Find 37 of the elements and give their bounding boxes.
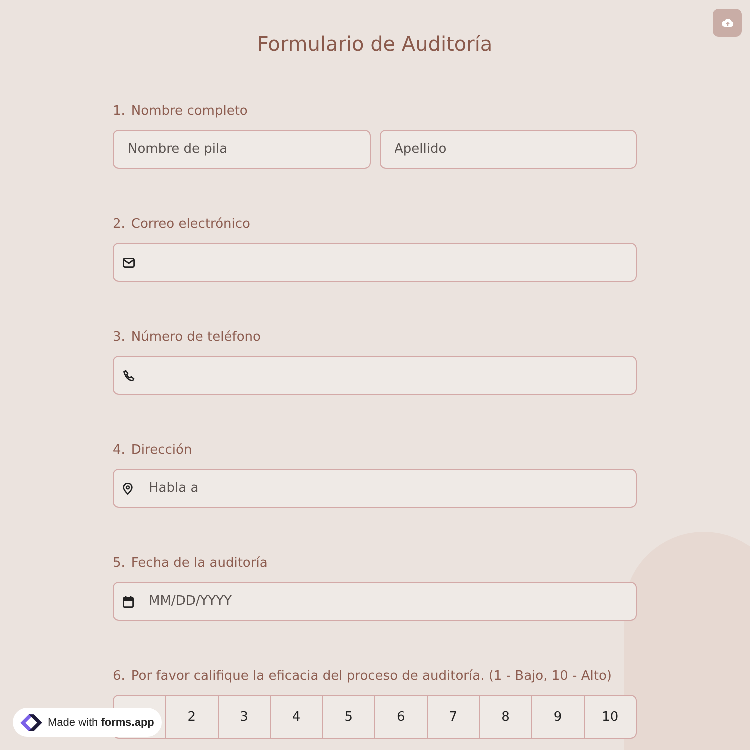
text-field[interactable]: Nombre de pila: [113, 130, 370, 169]
question-number: 3.: [113, 330, 126, 344]
question-number: 5.: [113, 556, 126, 570]
question-number: 4.: [113, 442, 126, 458]
address-field[interactable]: Habla a: [113, 469, 637, 508]
question-number: 6.: [113, 668, 126, 684]
logo-icon: [19, 712, 44, 732]
phone-icon: [123, 370, 135, 382]
upload-button[interactable]: [713, 9, 742, 37]
location-pin-icon: [123, 482, 133, 494]
made-with-badge[interactable]: Made with forms.app: [13, 708, 162, 737]
question-label: Correo electrónico: [131, 216, 251, 232]
form-title: Formulario de Auditoría: [257, 31, 493, 56]
cloud-upload-icon: [722, 18, 734, 28]
rating-option[interactable]: 5: [322, 696, 374, 738]
question-number: 2.: [113, 216, 126, 232]
question-label: Número de teléfono: [131, 330, 261, 344]
rating-option[interactable]: 6: [374, 696, 427, 738]
rating-option[interactable]: 2: [165, 696, 218, 738]
question-number: 1.: [113, 104, 126, 118]
question-label: Dirección: [131, 442, 192, 458]
rating-option[interactable]: 3: [218, 696, 270, 738]
phone-field[interactable]: [113, 356, 637, 395]
date-field[interactable]: MM/DD/YYYY: [113, 582, 637, 621]
calendar-icon: [123, 596, 134, 608]
rating-option[interactable]: 9: [531, 696, 584, 738]
question-label: Fecha de la auditoría: [131, 556, 268, 570]
envelope-icon: [123, 258, 135, 268]
text-field[interactable]: Apellido: [380, 130, 637, 169]
question-label: Nombre completo: [131, 104, 248, 118]
rating-option[interactable]: 7: [426, 696, 480, 738]
rating-option[interactable]: 10: [584, 696, 636, 738]
badge-text: Made with forms.app: [48, 716, 154, 728]
email-field[interactable]: [113, 243, 637, 282]
rating-option[interactable]: 8: [479, 696, 532, 738]
question-label: Por favor califique la eficacia del proceso de auditoría. (1 - Bajo, 10 - Alto): [131, 668, 612, 684]
rating-option[interactable]: 4: [270, 696, 322, 738]
